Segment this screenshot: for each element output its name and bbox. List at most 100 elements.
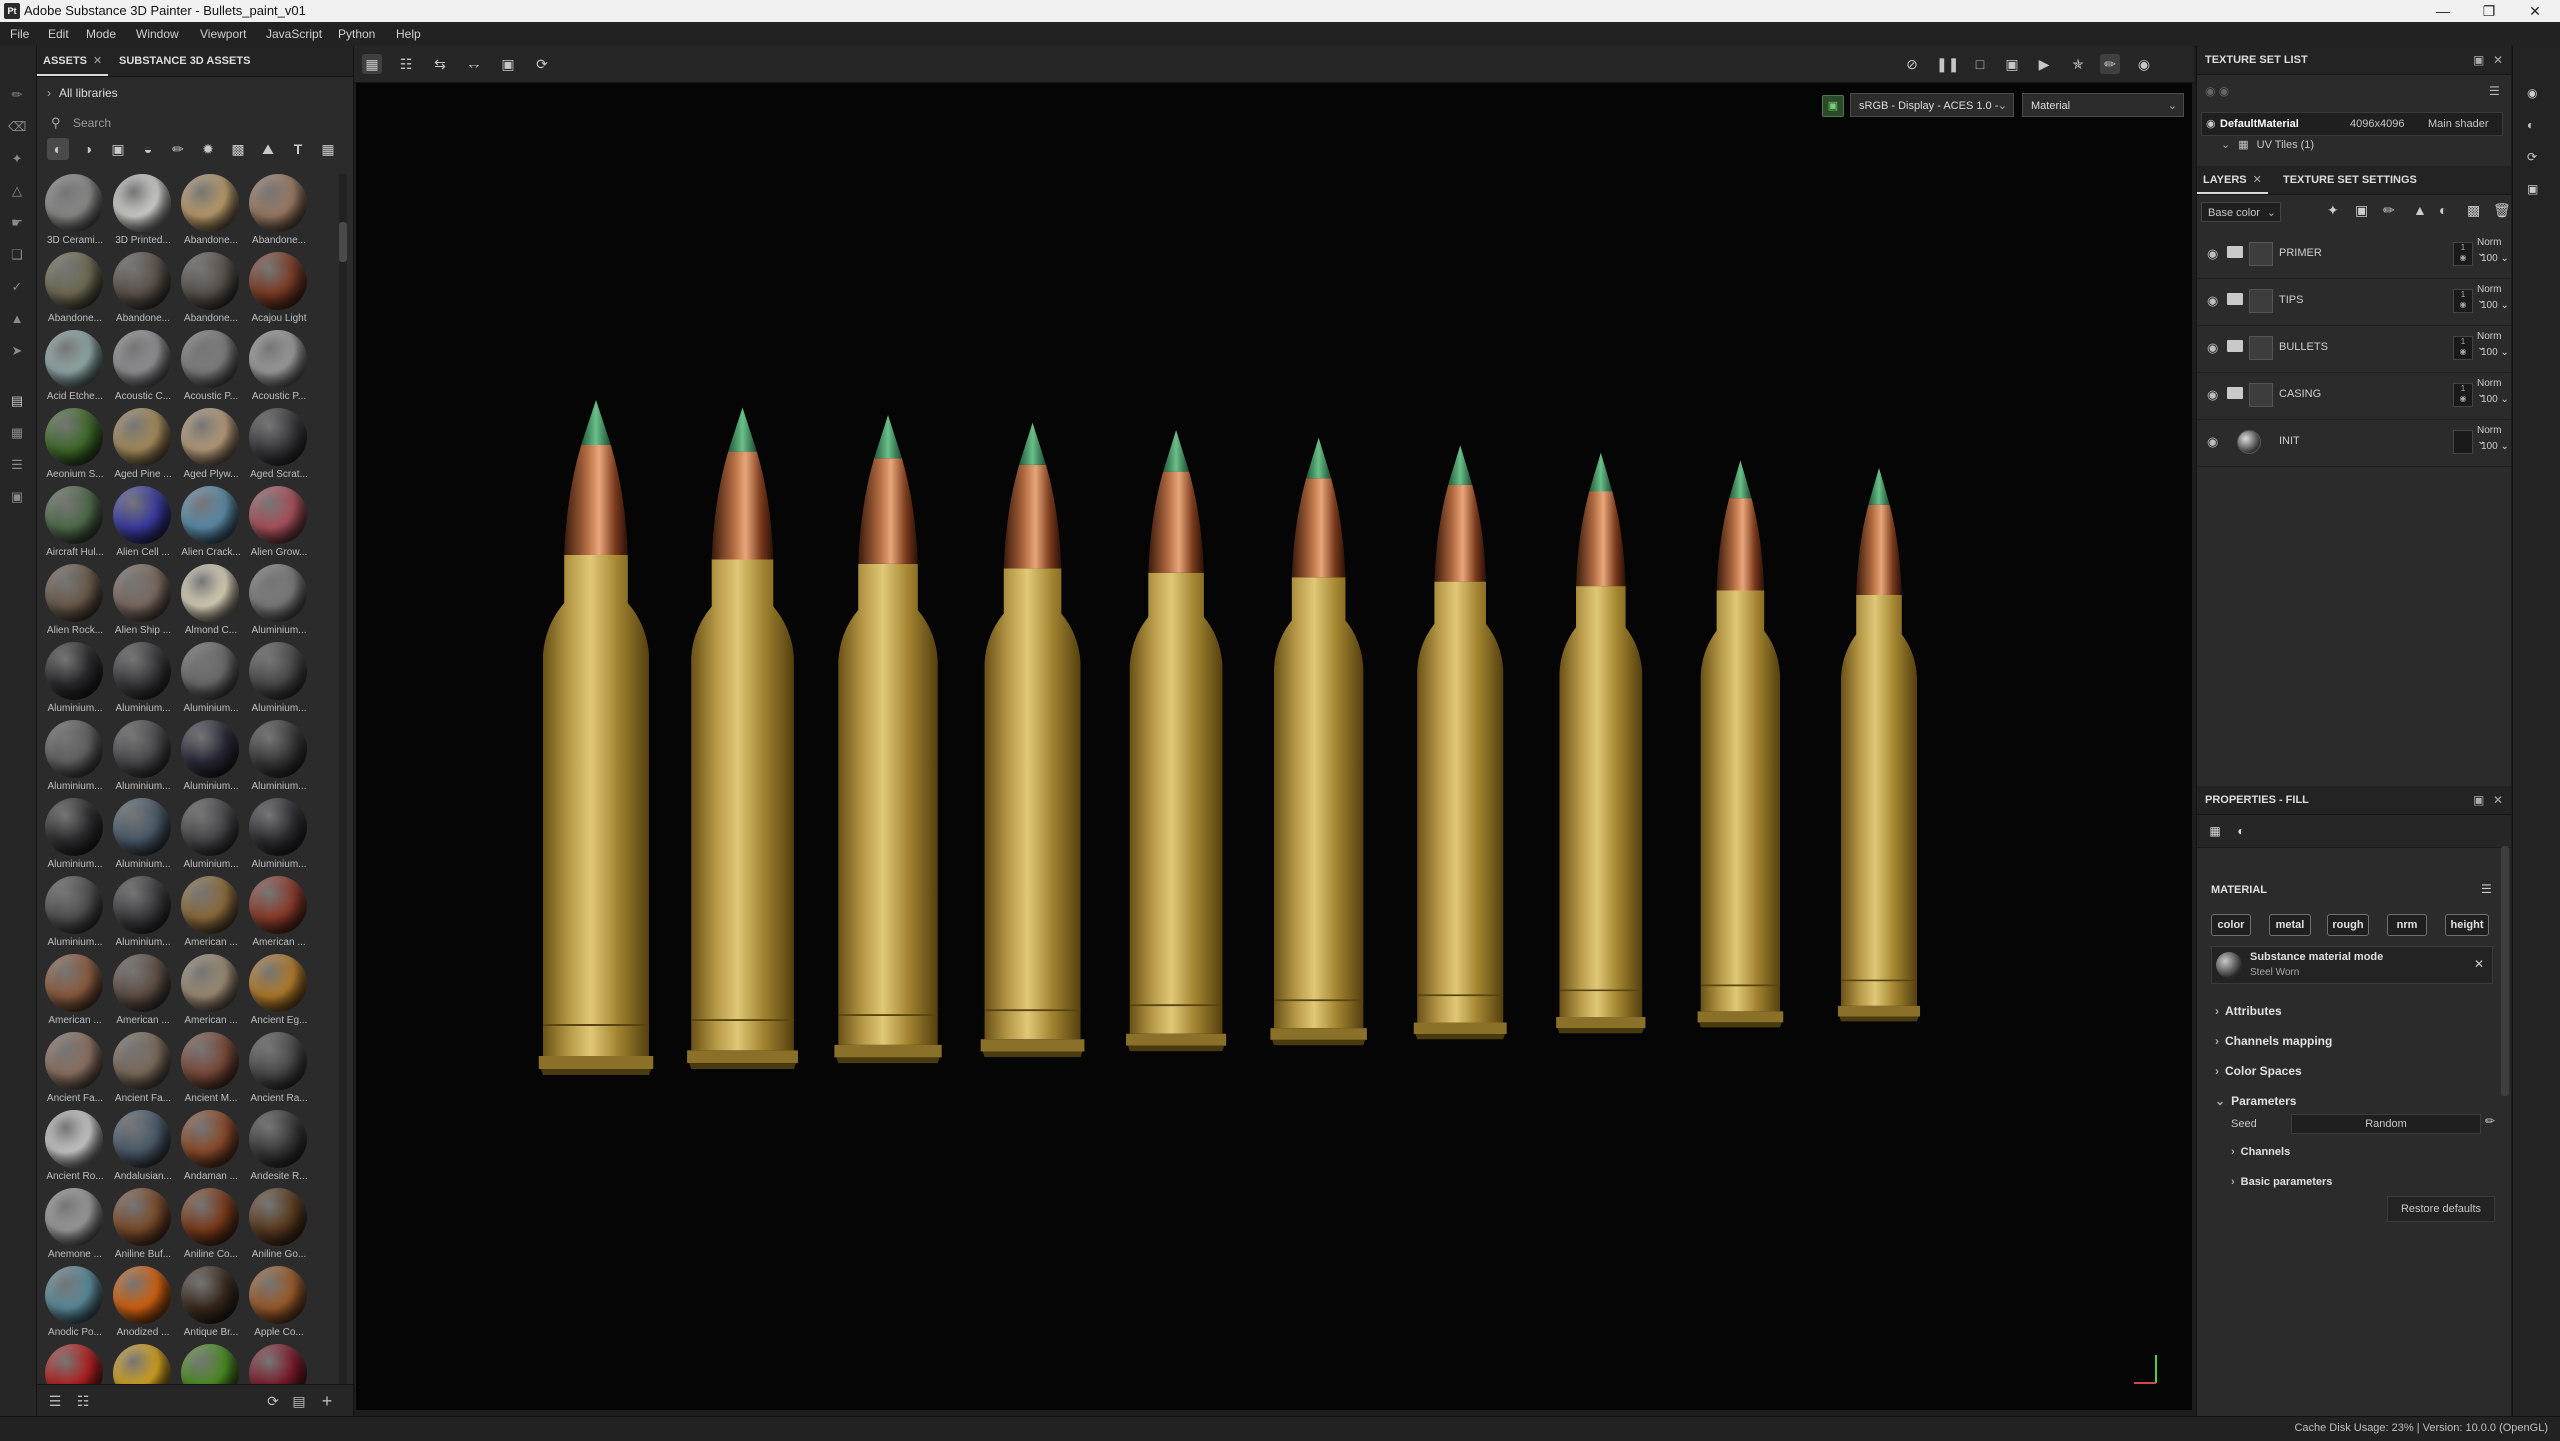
history-icon[interactable]: ⟳ xyxy=(2527,150,2537,164)
shader-icon[interactable]: ◐ xyxy=(2527,118,2534,132)
grid-view-icon[interactable]: ▦ xyxy=(317,138,339,160)
hide-icon[interactable]: ⊘ xyxy=(1902,54,1922,74)
restore-defaults-button[interactable]: Restore defaults xyxy=(2387,1196,2495,1222)
float-icon[interactable]: ▣ xyxy=(2473,46,2484,74)
display-settings-icon[interactable]: ▣ xyxy=(2527,182,2538,196)
asset-item[interactable]: Ancient Ro... xyxy=(41,1110,109,1188)
delete-icon[interactable]: 🗑 xyxy=(2493,202,2511,219)
asset-item[interactable]: Ancient Fa... xyxy=(41,1032,109,1110)
asset-item[interactable]: Acoustic P... xyxy=(177,330,245,408)
menu-mode[interactable]: Mode xyxy=(86,22,116,46)
asset-item[interactable]: Aluminium... xyxy=(177,642,245,720)
add-effect-icon[interactable]: ✦ xyxy=(2327,202,2339,219)
asset-item[interactable]: Aniline Go... xyxy=(245,1188,313,1266)
menu-file[interactable]: File xyxy=(10,22,29,46)
report-icon[interactable]: ▣ xyxy=(8,488,26,506)
channel-height-button[interactable]: height xyxy=(2445,914,2489,936)
eye-icon[interactable]: ◉ xyxy=(2206,113,2216,135)
smudge-icon[interactable]: ☛ xyxy=(8,214,26,232)
section-channels-mapping[interactable]: › Channels mapping xyxy=(2215,1034,2332,1048)
asset-item[interactable]: Antique Br... xyxy=(177,1266,245,1344)
tab-substance-3d-assets[interactable]: SUBSTANCE 3D ASSETS xyxy=(113,46,256,76)
grid-layout-icon[interactable]: ☷ xyxy=(396,54,416,74)
texture-set-row[interactable]: ◉ DefaultMaterial 4096x4096 Main shader xyxy=(2201,112,2503,136)
asset-item[interactable]: Aluminium... xyxy=(41,876,109,954)
symmetry-icon[interactable]: ⇆ xyxy=(430,54,450,74)
add-icon[interactable]: + xyxy=(317,1391,337,1411)
camera-icon[interactable]: ▣ xyxy=(2002,54,2022,74)
eye-icon[interactable]: ◉ xyxy=(2207,246,2218,262)
filter-list-icon[interactable]: ☰ xyxy=(45,1391,65,1411)
section-color-spaces[interactable]: › Color Spaces xyxy=(2215,1064,2302,1078)
paint-brush-icon[interactable]: ✏ xyxy=(8,86,26,104)
material-mode-row[interactable]: Substance material mode Steel Worn ✕ xyxy=(2211,946,2493,984)
layer-row[interactable]: ◉ INIT Norm ⌄ 100 ⌄ xyxy=(2197,420,2511,467)
mask-filter-icon[interactable]: ▣ xyxy=(107,138,129,160)
asset-item[interactable]: American ... xyxy=(41,954,109,1032)
export-icon[interactable]: ☰ xyxy=(8,456,26,474)
subsection-basic-parameters[interactable]: › Basic parameters xyxy=(2231,1176,2332,1188)
asset-item[interactable]: Abandone... xyxy=(109,252,177,330)
close-icon[interactable]: ✕ xyxy=(2493,46,2503,74)
asset-item[interactable]: Aged Pine ... xyxy=(109,408,177,486)
channel-rough-button[interactable]: rough xyxy=(2327,914,2369,936)
channel-dropdown[interactable]: Base color ⌄ xyxy=(2201,202,2281,222)
layer-row[interactable]: ◉ CASING 1 ◉ Norm ⌄ 100 ⌄ xyxy=(2197,373,2511,420)
asset-item[interactable]: Aircraft Hul... xyxy=(41,486,109,564)
brush-filter-icon[interactable]: ✏ xyxy=(167,138,189,160)
close-icon[interactable]: ✕ xyxy=(2512,0,2558,22)
minimize-icon[interactable]: — xyxy=(2420,0,2466,22)
asset-item[interactable]: Anemone ... xyxy=(41,1188,109,1266)
library-selector[interactable]: › All libraries xyxy=(47,86,118,100)
asset-item[interactable]: Aluminium... xyxy=(109,642,177,720)
asset-item[interactable]: Acid Etche... xyxy=(41,330,109,408)
projection-icon[interactable]: ✦ xyxy=(8,150,26,168)
menu-python[interactable]: Python xyxy=(338,22,375,46)
uv-tiles-row[interactable]: ⌄ ▦ UV Tiles (1) xyxy=(2221,138,2314,151)
eye-icon[interactable]: ◉ xyxy=(2207,293,2218,309)
layout-icon[interactable]: ☷ xyxy=(73,1391,93,1411)
asset-item[interactable]: Acajou Light xyxy=(245,252,313,330)
visibility-toggle-icon[interactable]: ◉ ◉ xyxy=(2205,84,2229,98)
smart-material-filter-icon[interactable]: ◑ xyxy=(77,138,99,160)
pause-icon[interactable]: ❚❚ xyxy=(1936,54,1959,74)
asset-item[interactable]: Abandone... xyxy=(177,174,245,252)
asset-item[interactable]: Ancient Ra... xyxy=(245,1032,313,1110)
asset-item[interactable]: Alien Crack... xyxy=(177,486,245,564)
history-icon[interactable]: ⟳ xyxy=(532,54,552,74)
environment-filter-icon[interactable]: ⛰ xyxy=(257,138,279,160)
asset-item[interactable]: Andaman ... xyxy=(177,1110,245,1188)
asset-item[interactable]: Aged Scrat... xyxy=(245,408,313,486)
menu-help[interactable]: Help xyxy=(396,22,421,46)
smart-mask-filter-icon[interactable]: ◒ xyxy=(137,138,159,160)
material-filter-icon[interactable]: ◐ xyxy=(47,138,69,160)
2d-3d-view-icon[interactable]: ▦ xyxy=(362,54,382,74)
assets-scrollbar[interactable] xyxy=(339,174,347,1419)
asset-item[interactable]: Andesite R... xyxy=(245,1110,313,1188)
opacity-field[interactable]: 100 ⌄ xyxy=(2481,300,2509,311)
light-icon[interactable]: ✯ xyxy=(2068,54,2088,74)
menu-edit[interactable]: Edit xyxy=(48,22,69,46)
opacity-field[interactable]: 100 ⌄ xyxy=(2481,441,2509,452)
eraser-icon[interactable]: ⌫ xyxy=(8,118,26,136)
search-input[interactable]: ⚲ Search xyxy=(47,112,343,134)
close-icon[interactable]: ✕ xyxy=(2474,957,2484,971)
asset-item[interactable]: Abandone... xyxy=(245,174,313,252)
asset-item[interactable]: Alien Cell ... xyxy=(109,486,177,564)
asset-item[interactable]: Aluminium... xyxy=(109,720,177,798)
viewport[interactable]: ▣ sRGB - Display - ACES 1.0 - ⌄ Material ⌄ xyxy=(356,83,2192,1410)
alpha-filter-icon[interactable]: ▩ xyxy=(227,138,249,160)
asset-item[interactable]: Aniline Buf... xyxy=(109,1188,177,1266)
material-icon[interactable]: ◐ xyxy=(2231,821,2251,841)
texture-set-icon[interactable]: ◉ xyxy=(2527,86,2537,100)
scrollbar-thumb[interactable] xyxy=(339,222,347,262)
frame-icon[interactable]: ▣ xyxy=(498,54,518,74)
asset-item[interactable]: Ancient M... xyxy=(177,1032,245,1110)
asset-item[interactable]: Aluminium... xyxy=(245,564,313,642)
asset-item[interactable]: American ... xyxy=(245,876,313,954)
asset-item[interactable]: American ... xyxy=(177,954,245,1032)
material-picker-icon[interactable]: ▤ xyxy=(8,392,26,410)
polygon-fill-icon[interactable]: ▲ xyxy=(8,310,26,328)
asset-item[interactable]: Alien Ship ... xyxy=(109,564,177,642)
add-mask-icon[interactable]: ▣ xyxy=(2355,202,2368,219)
